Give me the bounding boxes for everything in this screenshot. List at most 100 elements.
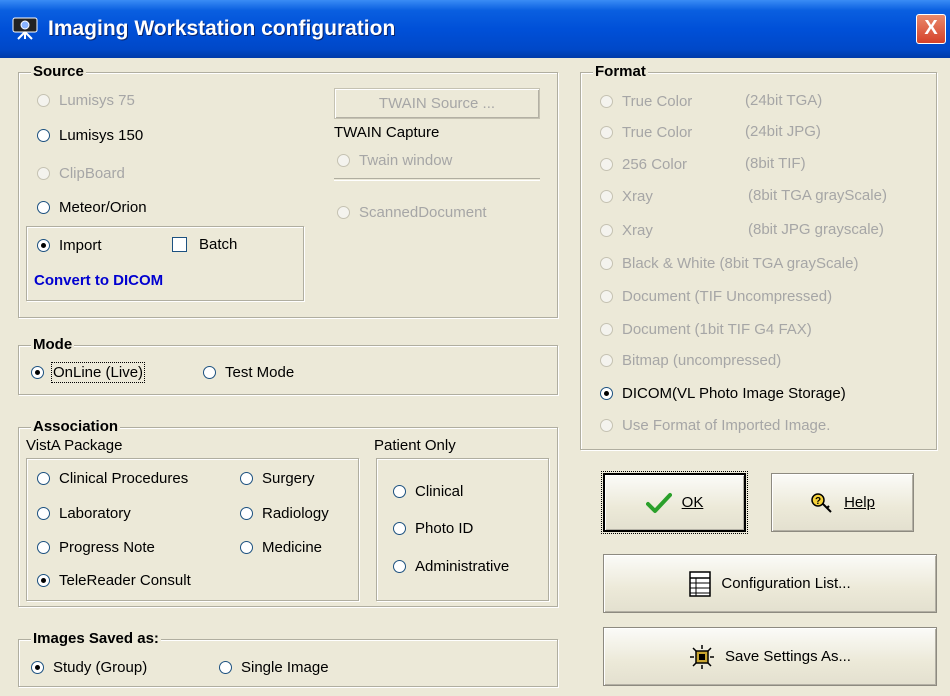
radio-dot: [600, 94, 613, 108]
radio-import[interactable]: Import: [37, 235, 102, 255]
twain-source-button[interactable]: TWAIN Source ...: [334, 88, 540, 119]
mode-legend: Mode: [31, 336, 75, 354]
format-option-name: Document (1bit TIF G4 FAX): [622, 320, 812, 338]
radio-dot: [37, 128, 50, 142]
radio-lumisys-75[interactable]: Lumisys 75: [37, 90, 135, 110]
radio-dot: [600, 353, 613, 367]
radio-dot: [37, 238, 50, 252]
format-option-name: DICOM(VL Photo Image Storage): [622, 384, 846, 402]
vista-package-label: VistA Package: [26, 437, 123, 454]
format-option-desc: (8bit TGA grayScale): [748, 187, 887, 204]
radio-label: Test Mode: [225, 363, 295, 381]
format-option-desc: (8bit JPG grayscale): [748, 221, 884, 238]
format-option-name: Document (TIF Uncompressed): [622, 287, 833, 305]
twain-capture-label: TWAIN Capture: [334, 124, 440, 141]
ok-button[interactable]: OK: [601, 471, 748, 534]
radio-label: ScannedDocument: [359, 203, 487, 221]
radio-dot: [31, 660, 44, 674]
radio-surgery[interactable]: Surgery: [240, 468, 315, 488]
radio-clipboard[interactable]: ClipBoard: [37, 163, 125, 183]
format-option[interactable]: Document (TIF Uncompressed): [600, 286, 832, 306]
checkbox-label: Batch: [199, 235, 238, 253]
format-option[interactable]: True Color: [600, 122, 692, 142]
checkmark-icon: [645, 492, 672, 513]
radio-meteor-orion[interactable]: Meteor/Orion: [37, 197, 147, 217]
save-settings-button[interactable]: Save Settings As...: [603, 627, 937, 686]
radio-dot: [600, 386, 613, 400]
radio-twain-window[interactable]: Twain window: [337, 150, 452, 170]
twain-separator: [334, 178, 540, 181]
radio-single-image[interactable]: Single Image: [219, 657, 329, 677]
format-option[interactable]: Xray: [600, 220, 653, 240]
radio-dot: [393, 559, 406, 573]
radio-photo-id[interactable]: Photo ID: [393, 518, 473, 538]
camera-app-icon: [12, 17, 38, 40]
radio-clinical-procedures[interactable]: Clinical Procedures: [37, 468, 188, 488]
radio-label: Twain window: [359, 151, 453, 169]
format-option[interactable]: True Color: [600, 91, 692, 111]
radio-lumisys-150[interactable]: Lumisys 150: [37, 125, 143, 145]
radio-dot: [600, 125, 613, 139]
radio-label: Photo ID: [415, 519, 474, 537]
radio-dot: [240, 540, 253, 554]
radio-label: Medicine: [262, 538, 323, 556]
config-window: Imaging Workstation configuration X Sour…: [0, 0, 950, 696]
radio-administrative[interactable]: Administrative: [393, 556, 509, 576]
format-option-name: Black & White (8bit TGA grayScale): [622, 254, 859, 272]
radio-dot: [600, 256, 613, 270]
radio-dot: [203, 365, 216, 379]
radio-label: Meteor/Orion: [59, 198, 147, 216]
format-option-desc: (8bit TIF): [745, 155, 806, 172]
format-option-name: True Color: [622, 123, 693, 141]
radio-dot: [31, 365, 44, 379]
format-option[interactable]: Document (1bit TIF G4 FAX): [600, 319, 812, 339]
radio-online-live[interactable]: OnLine (Live): [31, 361, 146, 383]
format-option-name: Xray: [622, 187, 653, 205]
radio-label: Radiology: [262, 504, 329, 522]
radio-scanned-document[interactable]: ScannedDocument: [337, 202, 487, 222]
radio-radiology[interactable]: Radiology: [240, 503, 329, 523]
list-icon: [689, 570, 712, 597]
format-option-desc: (24bit JPG): [745, 123, 821, 140]
radio-label: OnLine (Live): [50, 361, 146, 383]
source-legend: Source: [31, 63, 86, 81]
radio-study-group[interactable]: Study (Group): [31, 657, 147, 677]
radio-label: Clinical Procedures: [59, 469, 189, 487]
radio-clinical[interactable]: Clinical: [393, 481, 463, 501]
images-saved-legend: Images Saved as:: [31, 630, 161, 648]
radio-label: Clinical: [415, 482, 464, 500]
radio-test-mode[interactable]: Test Mode: [203, 362, 294, 382]
window-title: Imaging Workstation configuration: [48, 17, 396, 40]
radio-telereader-consult[interactable]: TeleReader Consult: [37, 570, 191, 590]
format-option[interactable]: 256 Color: [600, 154, 687, 174]
radio-label: Lumisys 75: [59, 91, 135, 109]
radio-dot: [37, 200, 50, 214]
radio-dot: [37, 540, 50, 554]
svg-text:?: ?: [815, 496, 821, 507]
radio-progress-note[interactable]: Progress Note: [37, 537, 155, 557]
format-option[interactable]: Bitmap (uncompressed): [600, 350, 781, 370]
radio-laboratory[interactable]: Laboratory: [37, 503, 131, 523]
radio-dot: [37, 573, 50, 587]
radio-label: ClipBoard: [59, 164, 125, 182]
radio-label: Single Image: [241, 658, 329, 676]
format-option-name: True Color: [622, 92, 693, 110]
format-option-name: Xray: [622, 221, 653, 239]
help-button[interactable]: ? Help: [771, 473, 914, 532]
configuration-list-label: Configuration List...: [721, 575, 851, 592]
radio-dot: [337, 153, 350, 167]
radio-label: Laboratory: [59, 504, 131, 522]
format-option-name: Bitmap (uncompressed): [622, 351, 782, 369]
radio-dot: [37, 471, 50, 485]
convert-to-dicom-label[interactable]: Convert to DICOM: [34, 272, 163, 289]
configuration-list-button[interactable]: Configuration List...: [603, 554, 937, 613]
batch-checkbox[interactable]: Batch: [172, 234, 237, 254]
format-option[interactable]: Use Format of Imported Image.: [600, 415, 830, 435]
radio-medicine[interactable]: Medicine: [240, 537, 322, 557]
format-option[interactable]: Xray: [600, 186, 653, 206]
format-legend: Format: [593, 63, 648, 81]
format-option[interactable]: Black & White (8bit TGA grayScale): [600, 253, 858, 273]
close-button[interactable]: X: [916, 14, 946, 44]
radio-dot: [600, 157, 613, 171]
format-option[interactable]: DICOM(VL Photo Image Storage): [600, 383, 846, 403]
